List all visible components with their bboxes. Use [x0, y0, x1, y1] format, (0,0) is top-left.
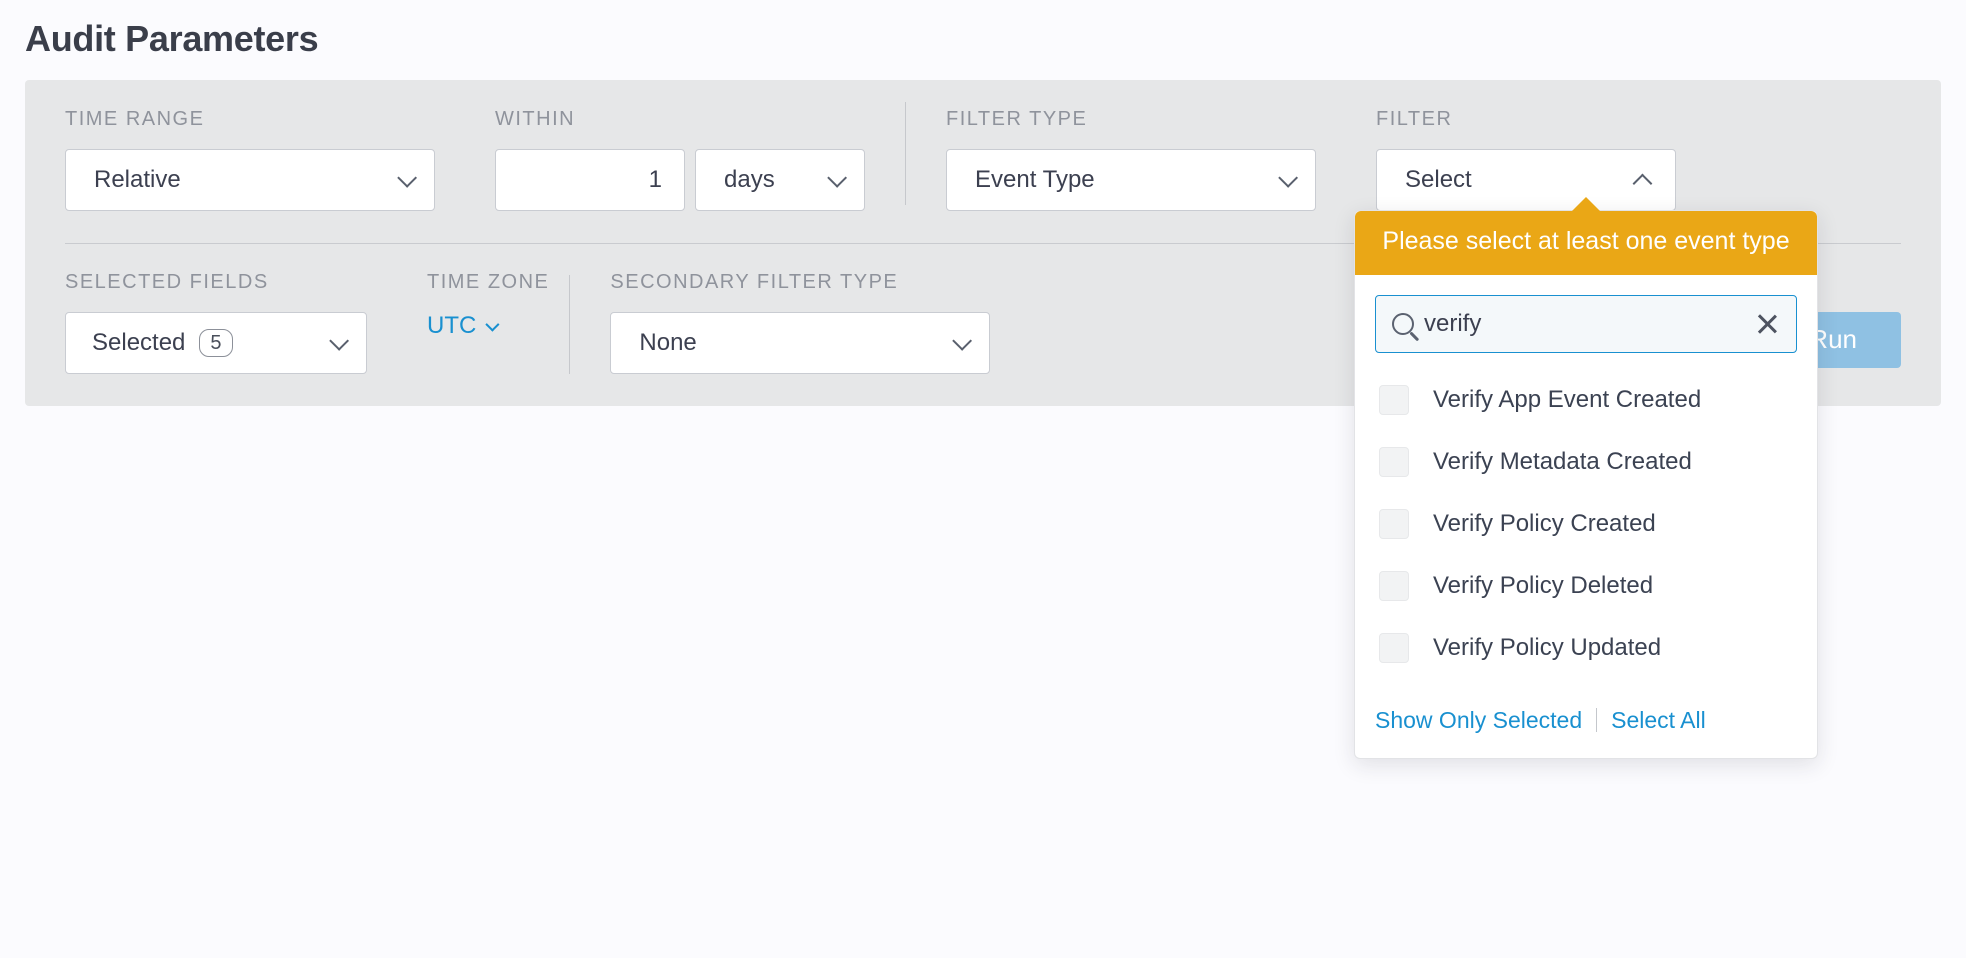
dropdown-option[interactable]: Verify Metadata Created — [1375, 431, 1797, 493]
filter-type-value: Event Type — [975, 166, 1095, 194]
time-zone-value: UTC — [427, 312, 476, 340]
time-zone-label: TIME ZONE — [427, 271, 549, 294]
within-label: WITHIN — [495, 108, 865, 131]
vertical-divider — [905, 102, 906, 205]
dropdown-footer: Show Only Selected Select All — [1355, 689, 1817, 758]
dropdown-option-list: Verify App Event Created Verify Metadata … — [1355, 363, 1817, 689]
filter-type-group: FILTER TYPE Event Type — [946, 108, 1316, 211]
filter-select[interactable]: Select — [1376, 149, 1676, 211]
time-range-label: TIME RANGE — [65, 108, 435, 131]
chevron-down-icon — [329, 331, 349, 351]
time-range-group: TIME RANGE Relative — [65, 108, 435, 211]
dropdown-option-label: Verify Metadata Created — [1433, 448, 1692, 476]
filter-dropdown: Please select at least one event type Ve… — [1354, 210, 1818, 759]
selected-fields-value: Selected — [92, 329, 185, 357]
parameters-panel: TIME RANGE Relative WITHIN days — [25, 80, 1941, 406]
checkbox[interactable] — [1379, 633, 1409, 663]
chevron-down-icon — [486, 318, 500, 332]
dropdown-option[interactable]: Verify App Event Created — [1375, 369, 1797, 431]
show-only-selected-link[interactable]: Show Only Selected — [1375, 707, 1582, 734]
dropdown-option-label: Verify Policy Updated — [1433, 634, 1661, 662]
chevron-down-icon — [827, 168, 847, 188]
checkbox[interactable] — [1379, 571, 1409, 601]
filter-label: FILTER — [1376, 108, 1676, 131]
within-unit-select[interactable]: days — [695, 149, 865, 211]
time-range-select[interactable]: Relative — [65, 149, 435, 211]
dropdown-option-label: Verify Policy Created — [1433, 510, 1656, 538]
dropdown-option[interactable]: Verify Policy Deleted — [1375, 555, 1797, 617]
filter-value: Select — [1405, 166, 1472, 194]
time-zone-group: TIME ZONE UTC — [427, 271, 549, 340]
filter-type-label: FILTER TYPE — [946, 108, 1316, 131]
dropdown-search[interactable] — [1375, 295, 1797, 353]
chevron-up-icon — [1633, 174, 1653, 194]
selected-fields-select[interactable]: Selected 5 — [65, 312, 367, 374]
dropdown-warning-banner: Please select at least one event type — [1355, 211, 1817, 275]
filter-group: FILTER Select Please select at least one… — [1376, 108, 1676, 211]
checkbox[interactable] — [1379, 447, 1409, 477]
dropdown-option-label: Verify Policy Deleted — [1433, 572, 1653, 600]
vertical-divider — [1596, 708, 1597, 732]
secondary-filter-group: SECONDARY FILTER TYPE None — [610, 271, 990, 374]
clear-icon[interactable] — [1754, 311, 1780, 337]
selected-fields-count: 5 — [199, 329, 232, 357]
search-icon — [1392, 313, 1414, 335]
checkbox[interactable] — [1379, 509, 1409, 539]
filter-type-select[interactable]: Event Type — [946, 149, 1316, 211]
dropdown-caret-icon — [1570, 197, 1602, 213]
row-primary: TIME RANGE Relative WITHIN days — [25, 80, 1941, 243]
vertical-divider — [569, 275, 570, 374]
time-zone-select[interactable]: UTC — [427, 312, 549, 340]
within-group: WITHIN days — [495, 108, 865, 211]
chevron-down-icon — [1278, 168, 1298, 188]
within-number-field[interactable] — [516, 165, 664, 195]
secondary-filter-value: None — [639, 329, 696, 357]
page-title: Audit Parameters — [25, 18, 1941, 60]
dropdown-option[interactable]: Verify Policy Created — [1375, 493, 1797, 555]
checkbox[interactable] — [1379, 385, 1409, 415]
selected-fields-label: SELECTED FIELDS — [65, 271, 367, 294]
dropdown-option-label: Verify App Event Created — [1433, 386, 1701, 414]
secondary-filter-select[interactable]: None — [610, 312, 990, 374]
within-number-input[interactable] — [495, 149, 685, 211]
chevron-down-icon — [397, 168, 417, 188]
selected-fields-group: SELECTED FIELDS Selected 5 — [65, 271, 367, 374]
dropdown-search-input[interactable] — [1414, 310, 1754, 338]
dropdown-option[interactable]: Verify Policy Updated — [1375, 617, 1797, 679]
chevron-down-icon — [953, 331, 973, 351]
time-range-value: Relative — [94, 166, 181, 194]
secondary-filter-label: SECONDARY FILTER TYPE — [610, 271, 990, 294]
select-all-link[interactable]: Select All — [1611, 707, 1706, 734]
within-unit-value: days — [724, 166, 775, 194]
